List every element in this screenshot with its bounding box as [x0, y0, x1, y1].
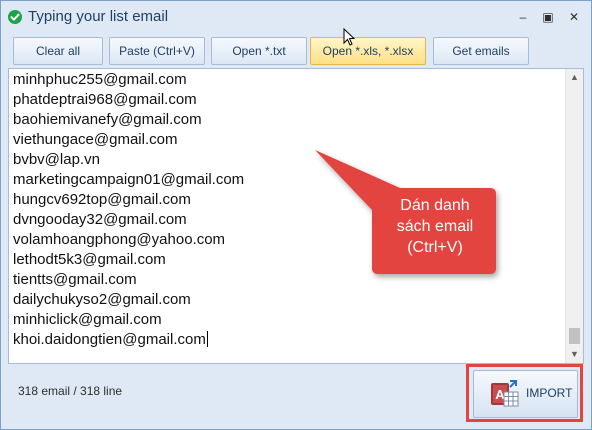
callout-text: Dán danh sách email (Ctrl+V) [373, 195, 497, 258]
callout-line: sách email [396, 218, 474, 235]
callout-line: (Ctrl+V) [407, 239, 463, 256]
callout-bubble [315, 150, 496, 274]
mouse-pointer-icon [343, 28, 356, 46]
callout-line: Dán danh [400, 197, 470, 214]
